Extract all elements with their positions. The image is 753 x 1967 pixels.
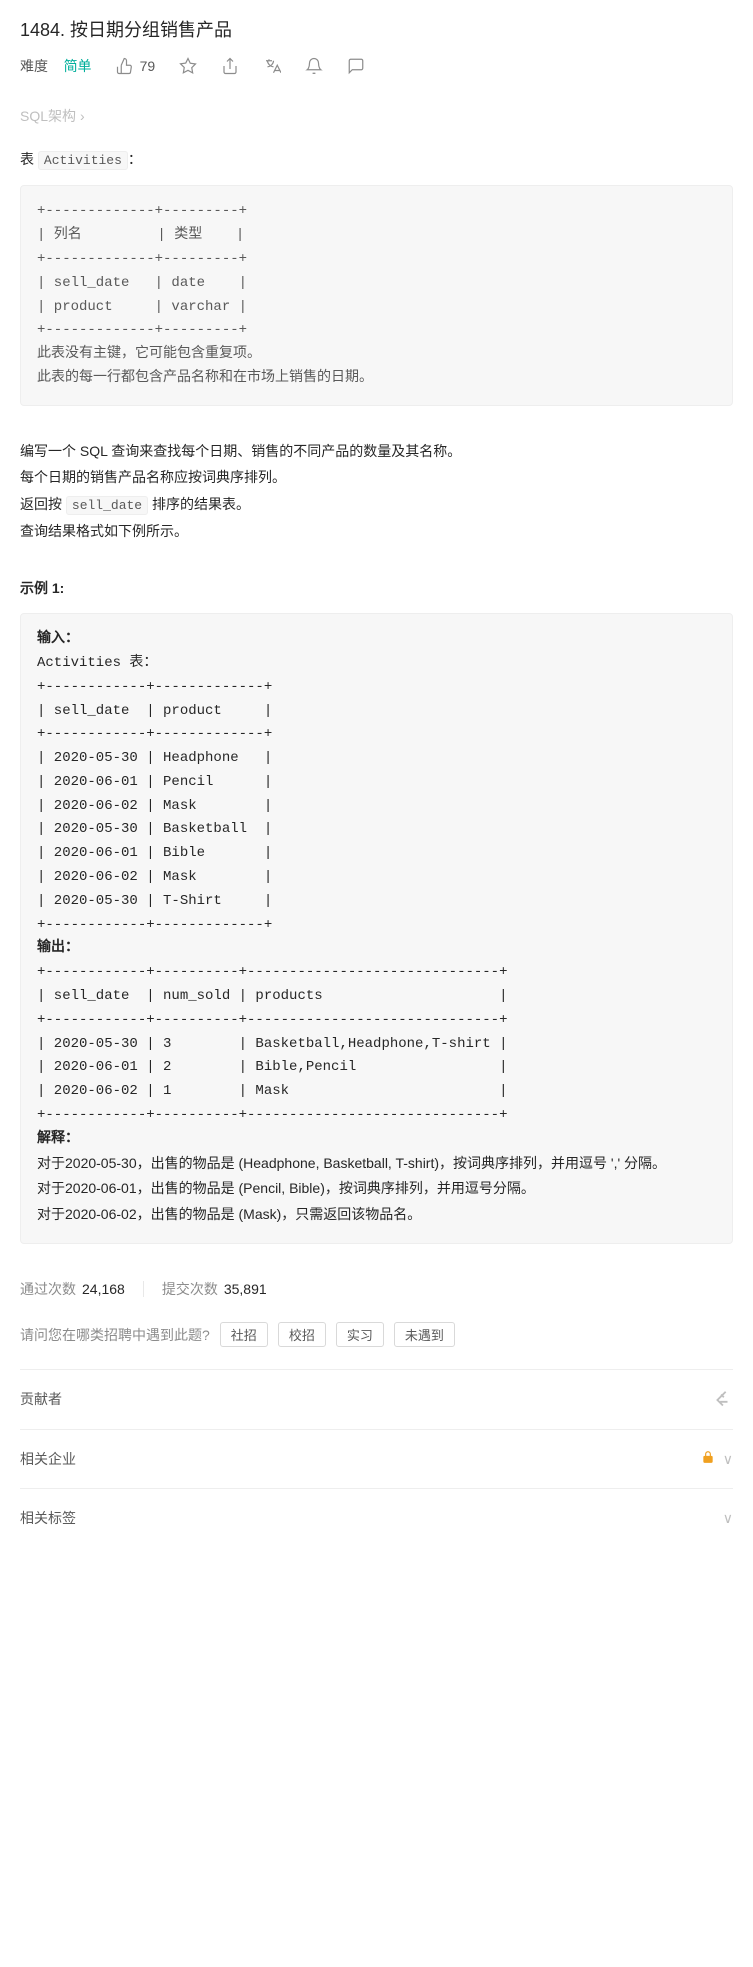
meta-row: 难度 简单 79 — [20, 55, 733, 77]
like-count: 79 — [140, 55, 156, 77]
task-description: 编写一个 SQL 查询来查找每个日期、销售的不同产品的数量及其名称。 每个日期的… — [20, 440, 733, 543]
sql-schema-link[interactable]: SQL架构 — [20, 105, 85, 127]
tags-section[interactable]: 相关标签 ∨ — [20, 1489, 733, 1547]
pass-stat: 通过次数24,168 — [20, 1278, 125, 1300]
contributor-section[interactable]: 贡献者 — [20, 1370, 733, 1428]
survey-opt-campus[interactable]: 校招 — [278, 1322, 326, 1347]
translate-button[interactable] — [263, 57, 281, 75]
bell-icon — [305, 57, 323, 75]
separator — [143, 1281, 144, 1297]
difficulty: 难度 简单 — [20, 55, 92, 77]
survey-opt-social[interactable]: 社招 — [220, 1322, 268, 1347]
survey-opt-intern[interactable]: 实习 — [336, 1322, 384, 1347]
companies-section[interactable]: 相关企业 ∨ — [20, 1430, 733, 1488]
thumbs-up-icon — [116, 57, 134, 75]
survey-row: 请问您在哪类招聘中遇到此题? 社招 校招 实习 未遇到 — [20, 1322, 733, 1347]
example-heading: 示例 1: — [20, 577, 733, 599]
example-code-block: 输入： Activities 表： +------------+--------… — [20, 613, 733, 1244]
survey-opt-none[interactable]: 未遇到 — [394, 1322, 455, 1347]
like-button[interactable]: 79 — [116, 55, 156, 77]
survey-prompt: 请问您在哪类招聘中遇到此题? — [20, 1324, 210, 1346]
feedback-icon — [347, 57, 365, 75]
star-icon — [179, 57, 197, 75]
sort-col-code: sell_date — [66, 496, 148, 515]
notification-button[interactable] — [305, 57, 323, 75]
schema-code-block: +-------------+---------+ | 列名 | 类型 | +-… — [20, 185, 733, 405]
stats-row: 通过次数24,168 提交次数35,891 — [20, 1278, 733, 1300]
chevron-down-icon: ∨ — [723, 1507, 733, 1529]
difficulty-value: 简单 — [64, 58, 92, 74]
intro-line: 表 Activities： — [20, 148, 733, 172]
feedback-button[interactable] — [347, 57, 365, 75]
lock-icon — [701, 1450, 715, 1464]
chevron-down-icon: ∨ — [719, 1451, 733, 1467]
table-name-code: Activities — [38, 151, 128, 170]
share-button[interactable] — [221, 57, 239, 75]
share-icon — [221, 57, 239, 75]
favorite-button[interactable] — [179, 57, 197, 75]
translate-icon — [263, 57, 281, 75]
leetcode-icon — [711, 1389, 733, 1411]
difficulty-label: 难度 — [20, 58, 48, 74]
submit-stat: 提交次数35,891 — [162, 1278, 267, 1300]
problem-title: 1484. 按日期分组销售产品 — [20, 16, 733, 45]
